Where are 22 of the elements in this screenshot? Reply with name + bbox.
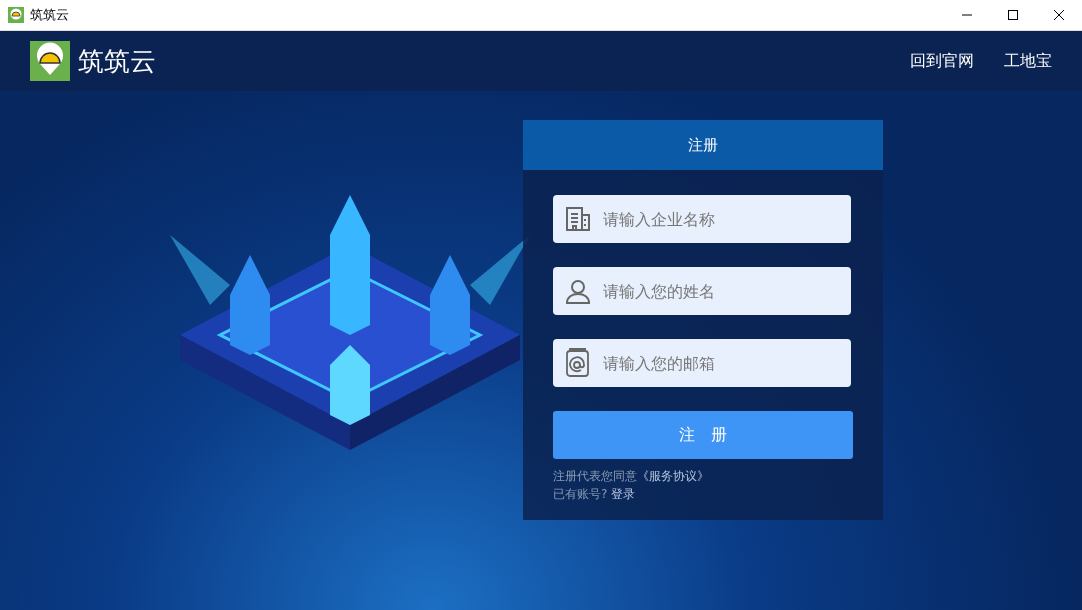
nav-link[interactable]: 工地宝 [1004, 50, 1052, 72]
login-link[interactable]: 登录 [611, 487, 636, 502]
maximize-icon [1008, 10, 1018, 20]
helmet-logo-icon [8, 7, 24, 23]
service-agreement-link[interactable]: 《服务协议》 [637, 469, 709, 483]
input-field[interactable]: 请输入您的邮箱 [553, 339, 851, 387]
text-input[interactable]: 请输入您的邮箱 [601, 352, 835, 374]
text-input[interactable]: 请输入企业名称 [601, 208, 835, 230]
nav-link[interactable]: 回到官网 [910, 50, 974, 72]
register-tab[interactable]: 注册 [523, 120, 883, 170]
address-book-icon [565, 348, 591, 378]
window-title: 筑筑云 [30, 6, 69, 24]
input-field[interactable]: 请输入您的姓名 [553, 267, 851, 315]
input-field[interactable]: 请输入企业名称 [553, 195, 851, 243]
app-name: 筑筑云 [78, 44, 156, 78]
person-icon [565, 278, 591, 304]
helmet-logo-icon [30, 41, 70, 81]
agreement-text: 注册代表您同意《服务协议》 [553, 469, 710, 484]
close-icon [1054, 10, 1064, 20]
building-icon [565, 206, 591, 232]
text-input[interactable]: 请输入您的姓名 [601, 280, 835, 302]
login-prompt: 已有账号? 登录 [553, 487, 637, 502]
